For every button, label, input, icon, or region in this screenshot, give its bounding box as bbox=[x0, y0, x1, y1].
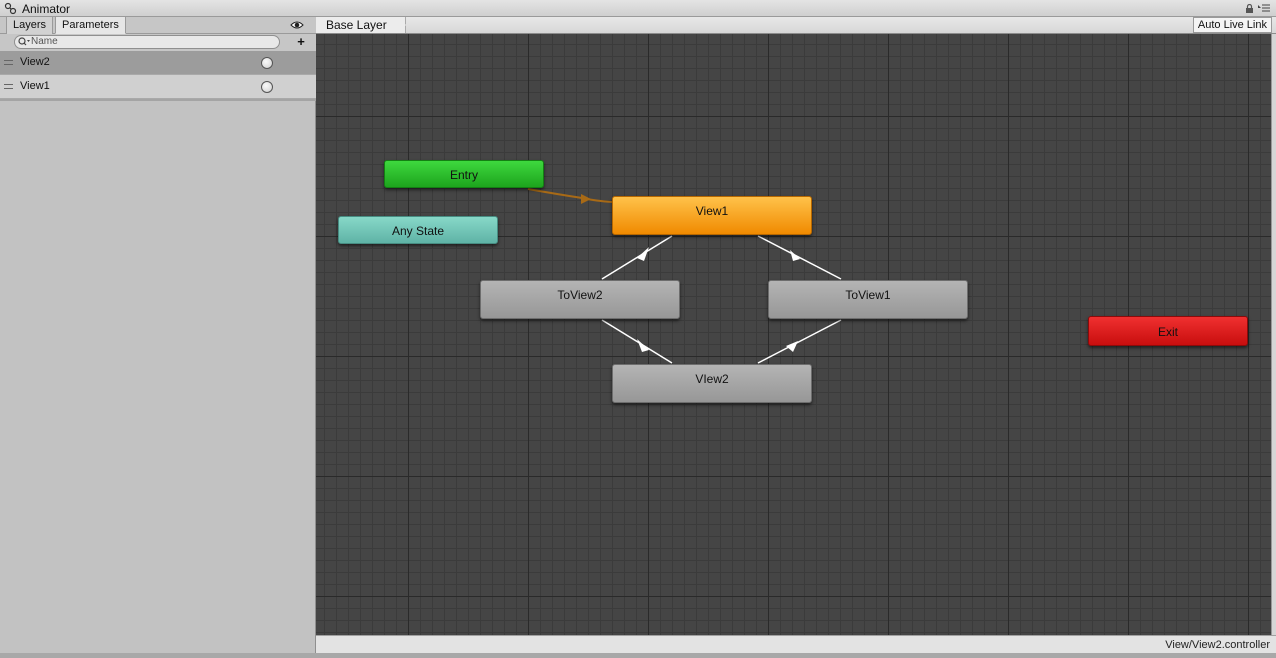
transition-view1-to-toview2 bbox=[601, 235, 673, 280]
transition-arrowhead bbox=[790, 250, 800, 261]
breadcrumb-base-layer[interactable]: Base Layer bbox=[316, 17, 406, 33]
transition-toview2-to-view2 bbox=[601, 319, 673, 364]
graph-toolbar: Base Layer Auto Live Link bbox=[316, 17, 1276, 34]
tab-parameters[interactable]: Parameters bbox=[55, 17, 126, 34]
transition-arrowhead bbox=[786, 341, 798, 352]
transition-arrowhead bbox=[637, 247, 649, 261]
state-label: Any State bbox=[391, 224, 445, 238]
trigger-radio[interactable] bbox=[261, 81, 273, 93]
transition-toview1-to-view1 bbox=[757, 235, 842, 280]
parameter-name: View2 bbox=[20, 56, 50, 68]
parameter-list: View2 View1 bbox=[0, 51, 316, 101]
list-divider bbox=[0, 99, 316, 101]
transition-view2-to-toview1 bbox=[757, 319, 842, 364]
state-node-toview2[interactable]: ToView2 bbox=[480, 280, 680, 319]
state-label: ToView1 bbox=[845, 288, 891, 302]
drag-handle-icon[interactable] bbox=[4, 84, 13, 89]
transition-arrowhead bbox=[581, 194, 591, 204]
auto-live-link-button[interactable]: Auto Live Link bbox=[1192, 17, 1272, 33]
state-label: Entry bbox=[449, 168, 478, 182]
tab-layers[interactable]: Layers bbox=[6, 17, 54, 34]
state-node-any-state[interactable]: Any State bbox=[338, 216, 498, 244]
state-node-toview1[interactable]: ToView1 bbox=[768, 280, 968, 319]
state-label: ToView2 bbox=[557, 288, 603, 302]
window-title: Animator bbox=[22, 2, 71, 16]
state-node-view1[interactable]: View1 bbox=[612, 196, 812, 235]
state-label: VIew2 bbox=[695, 372, 729, 386]
state-node-exit[interactable]: Exit bbox=[1088, 316, 1248, 346]
panel-menu-icon[interactable] bbox=[1258, 3, 1270, 14]
eye-icon[interactable] bbox=[290, 20, 304, 30]
add-parameter-button[interactable]: + bbox=[294, 35, 308, 49]
search-icon bbox=[18, 37, 30, 46]
search-input[interactable]: Name bbox=[14, 35, 280, 49]
parameter-row-view1[interactable]: View1 bbox=[0, 75, 316, 99]
animator-window: Animator Layers Parameters Name + View2 … bbox=[0, 0, 1276, 658]
trigger-radio[interactable] bbox=[261, 57, 273, 69]
state-label: View1 bbox=[695, 204, 729, 218]
transition-arrowhead bbox=[637, 339, 649, 352]
graph-scrollbar[interactable] bbox=[1271, 34, 1276, 635]
parameter-name: View1 bbox=[20, 80, 50, 92]
animator-icon bbox=[4, 2, 17, 15]
parameter-row-view2[interactable]: View2 bbox=[0, 51, 316, 75]
state-label: Exit bbox=[1157, 325, 1178, 339]
transition-entry-to-view1 bbox=[527, 188, 613, 203]
state-node-view2[interactable]: VIew2 bbox=[612, 364, 812, 403]
state-machine-graph[interactable]: Entry Any State View1 ToView2 ToView1 VI… bbox=[316, 34, 1271, 635]
status-bar: View/View2.controller bbox=[316, 635, 1276, 653]
parameters-panel: Layers Parameters Name + View2 View1 bbox=[0, 17, 316, 653]
search-row: Name + bbox=[0, 34, 316, 51]
drag-handle-icon[interactable] bbox=[4, 60, 13, 65]
panel-tabs: Layers Parameters bbox=[0, 17, 316, 34]
controller-path: View/View2.controller bbox=[1165, 639, 1270, 651]
state-node-entry[interactable]: Entry bbox=[384, 160, 544, 188]
window-bottom-edge bbox=[0, 653, 1276, 658]
breadcrumb-arrow bbox=[398, 17, 406, 33]
search-placeholder: Name bbox=[31, 36, 58, 47]
title-bar: Animator bbox=[0, 0, 1276, 17]
lock-icon[interactable] bbox=[1245, 4, 1254, 13]
